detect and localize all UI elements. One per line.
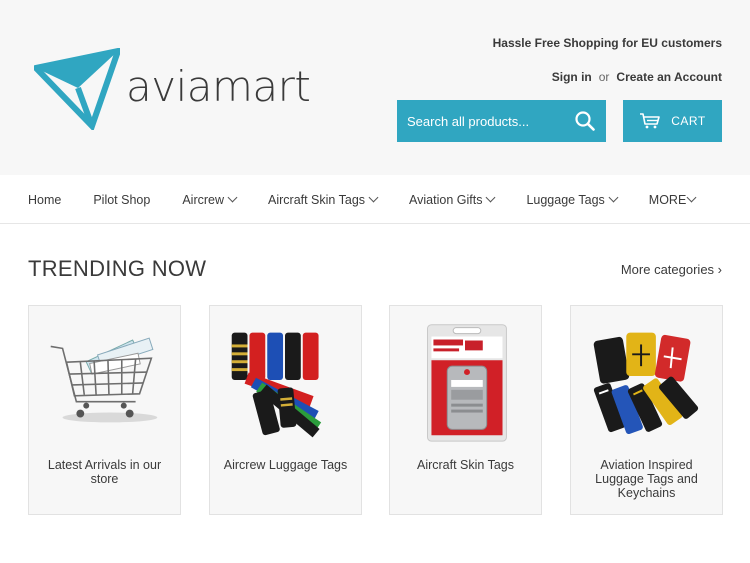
account-links: Sign in or Create an Account [552,70,722,84]
card-label: Aviation Inspired Luggage Tags and Keych… [595,458,698,500]
nav-item-label: MORE [648,192,687,207]
more-categories-link[interactable]: More categories › [621,262,722,277]
card-label: Aircraft Skin Tags [416,458,515,472]
sign-in-link[interactable]: Sign in [552,70,592,84]
logo[interactable]: aviamart [34,48,311,130]
nav-item-home[interactable]: Home [28,193,61,207]
site-header: aviamart Hassle Free Shopping for EU cus… [0,0,750,175]
category-card-aircrew-luggage-tags[interactable]: Aircrew Luggage Tags [209,305,362,515]
nav-item-aircraft-skin-tags[interactable]: Aircraft Skin Tags [268,192,379,207]
nav-item-luggage-tags[interactable]: Luggage Tags [526,192,619,207]
nav-item-label: Aviation Gifts [409,192,483,207]
skin-tag-image [427,324,507,442]
nav-item-aircrew[interactable]: Aircrew [182,192,238,207]
search-bar [397,100,606,142]
nav-item-label: Luggage Tags [526,192,605,207]
nav-item-pilot-shop[interactable]: Pilot Shop [93,193,150,207]
keychains-image [593,332,699,435]
chevron-down-icon [368,192,379,203]
card-label: Aircrew Luggage Tags [223,458,348,472]
nav-item-label: Home [28,192,62,207]
promo-text: Hassle Free Shopping for EU customers [492,36,722,50]
section-title: TRENDING NOW [28,256,207,281]
crew-tags-image [231,332,322,438]
shopping-cart-image [50,337,158,423]
main-nav: Home Pilot Shop Aircrew Aircraft Skin Ta… [0,176,750,224]
cart-icon [640,113,661,129]
nav-item-label: Aircrew [182,192,224,207]
chevron-down-icon [608,192,619,203]
nav-item-label: Aircraft Skin Tags [268,192,366,207]
logo-text: aviamart [126,61,311,111]
or-text: or [598,70,610,84]
search-input[interactable] [397,100,562,142]
paper-plane-logo-icon [34,48,120,130]
category-card-aircraft-skin-tags[interactable]: Aircraft Skin Tags [389,305,542,515]
nav-item-label: Pilot Shop [93,192,151,207]
nav-item-aviation-gifts[interactable]: Aviation Gifts [409,192,496,207]
search-icon[interactable] [574,110,596,132]
chevron-down-icon [227,192,238,203]
chevron-down-icon [686,192,697,203]
cart-button[interactable]: CART [623,100,722,142]
category-card-latest-arrivals[interactable]: Latest Arrivals in our store [28,305,181,515]
card-label: Latest Arrivals in our store [47,458,162,486]
nav-item-more[interactable]: MORE [648,192,697,207]
cart-label: CART [671,114,706,128]
chevron-down-icon [486,192,496,203]
category-card-aviation-luggage-tags[interactable]: Aviation Inspired Luggage Tags and Keych… [570,305,723,515]
create-account-link[interactable]: Create an Account [616,70,722,84]
